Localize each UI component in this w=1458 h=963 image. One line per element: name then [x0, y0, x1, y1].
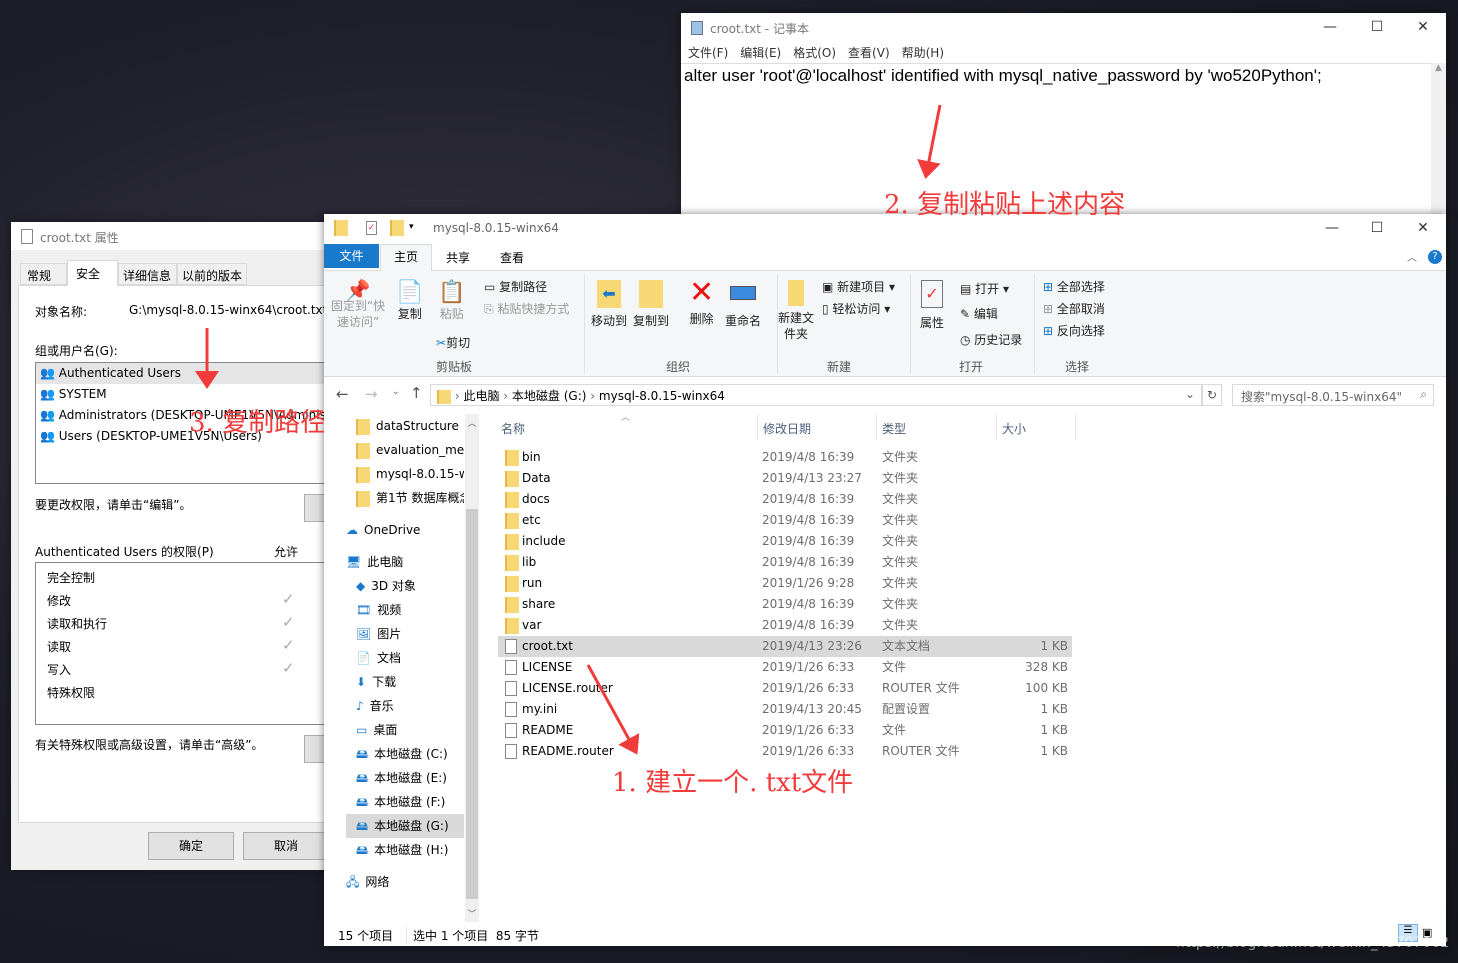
arrow-2 [917, 104, 942, 179]
arrow-1 [586, 664, 640, 755]
watermark: https://blog.csdn.net/weixin_43707062 [1176, 935, 1450, 951]
tab-security[interactable]: 安全 [67, 260, 118, 286]
annotation-copy-path: 3. 复制路径 [189, 408, 324, 438]
annotation-create-txt: 1. 建立一个. txt文件 [612, 768, 854, 798]
annotation-paste-content: 2. 复制粘贴上述内容 [884, 190, 1126, 220]
tab-home[interactable]: 主页 [380, 244, 432, 271]
annotation-arrows [195, 104, 942, 755]
